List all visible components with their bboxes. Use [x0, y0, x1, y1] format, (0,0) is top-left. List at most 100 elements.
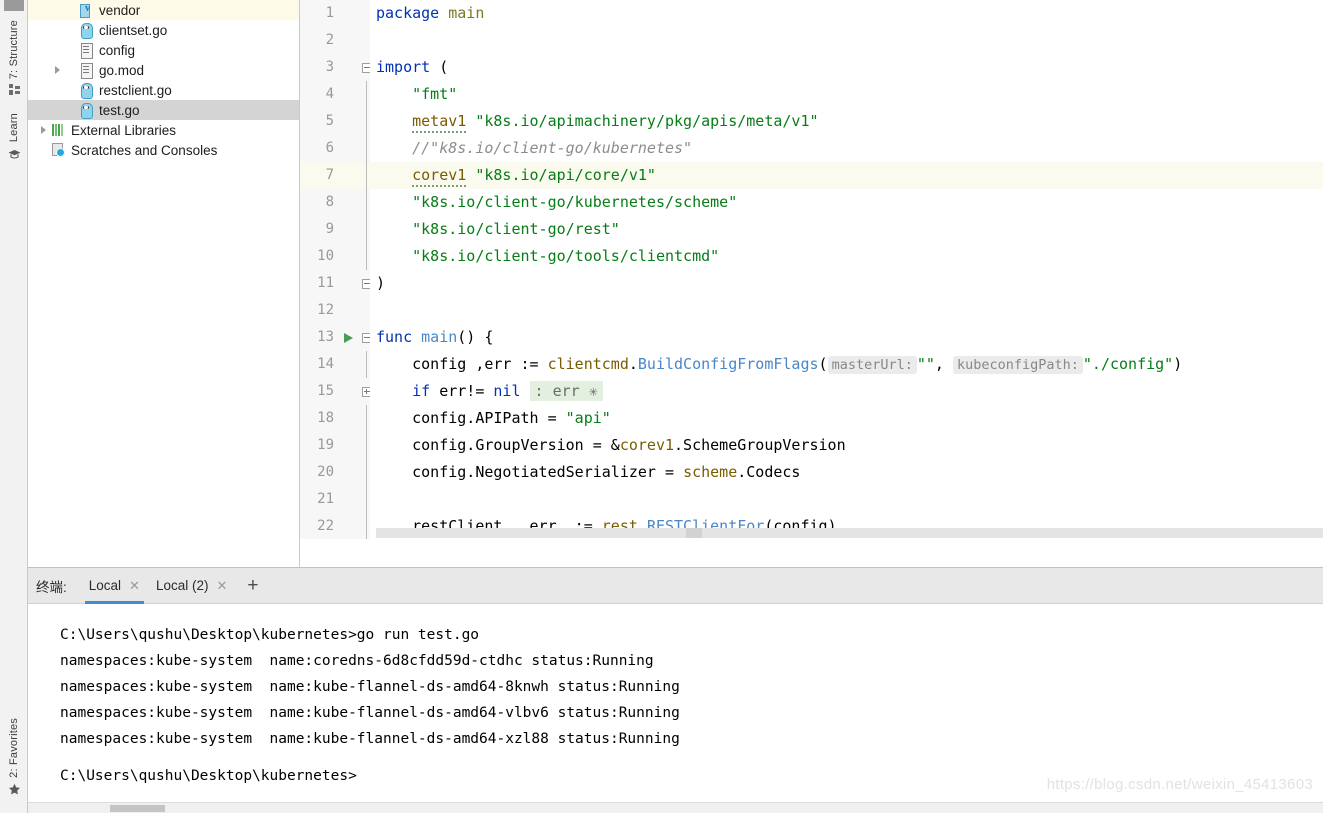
code-token-paren: (: [818, 355, 828, 373]
line-number: 22: [317, 518, 334, 534]
line-number: 2: [325, 32, 334, 48]
code-token-comma: ,: [934, 355, 953, 373]
panel-grip[interactable]: [4, 0, 24, 11]
scratches-icon: [50, 142, 66, 158]
ide-window: 7: Structure Learn 2: Favorites v vendor…: [0, 0, 1323, 813]
editor-code-area[interactable]: package main import ( "fmt" metav1 "k8s.…: [370, 0, 1323, 555]
code-token-keyword: package: [376, 4, 440, 22]
tree-item-restclient-go[interactable]: restclient.go: [28, 80, 299, 100]
tool-button-learn[interactable]: Learn: [0, 107, 28, 173]
line-number: 7: [325, 167, 334, 183]
terminal-title: 终端:: [36, 579, 67, 595]
code-token-string: "k8s.io/client-go/kubernetes/scheme": [412, 193, 738, 211]
code-line-8: "k8s.io/client-go/kubernetes/scheme": [370, 189, 1323, 216]
code-token-string: "": [916, 355, 935, 373]
tree-expand-arrow[interactable]: [36, 126, 50, 134]
gutter-line: 10: [300, 243, 370, 270]
code-token-string: "fmt": [412, 85, 458, 103]
code-token-string: "./config": [1082, 355, 1174, 373]
terminal-tab-local[interactable]: Local ✕: [81, 568, 148, 604]
tree-item-label: External Libraries: [71, 122, 177, 138]
code-editor[interactable]: 1 2 3 4 5 6 7 8 9 10 11 12 13 14 15 18 1…: [300, 0, 1323, 555]
tool-strip-bottom-group: 2: Favorites: [0, 712, 28, 809]
gutter-line: 20: [300, 459, 370, 486]
code-token-dot: .: [628, 355, 638, 373]
line-number: 12: [317, 302, 334, 318]
code-token-package-name: main: [448, 4, 485, 22]
line-number: 5: [325, 113, 334, 129]
terminal-output[interactable]: C:\Users\qushu\Desktop\kubernetes>go run…: [28, 604, 1323, 813]
code-token-member: .SchemeGroupVersion: [674, 436, 846, 454]
code-line-6: //"k8s.io/client-go/kubernetes": [370, 135, 1323, 162]
code-token-paren: (: [439, 58, 449, 76]
line-number: 1: [325, 5, 334, 21]
code-token-comment: //"k8s.io/client-go/kubernetes": [412, 139, 693, 157]
gutter-line: 1: [300, 0, 370, 27]
tree-item-external-libraries[interactable]: External Libraries: [28, 120, 299, 140]
gutter-line: 5: [300, 108, 370, 135]
code-token-member: .Codecs: [737, 463, 801, 481]
line-number: 20: [317, 464, 334, 480]
gutter-line: 21: [300, 486, 370, 513]
tree-item-vendor[interactable]: vendor: [28, 0, 299, 20]
terminal-tab-local-2[interactable]: Local (2) ✕: [148, 568, 235, 604]
text-file-icon: [78, 42, 94, 59]
editor-bottom-fill: [300, 539, 1323, 555]
code-line-19: config.GroupVersion = &corev1.SchemeGrou…: [370, 432, 1323, 459]
tool-button-structure-label: 7: Structure: [8, 20, 20, 80]
code-token-keyword: if: [412, 382, 431, 400]
star-icon: [8, 783, 21, 801]
editor-horizontal-scrollbar[interactable]: [376, 528, 1323, 538]
tree-item-clientset-go[interactable]: clientset.go: [28, 20, 299, 40]
tree-expand-arrow[interactable]: [50, 66, 64, 74]
text-file-icon: [78, 62, 94, 79]
gutter-line: 11: [300, 270, 372, 297]
scrollbar-thumb[interactable]: [686, 528, 702, 538]
code-token-string: "k8s.io/apimachinery/pkg/apis/meta/v1": [475, 112, 819, 130]
code-token-string: "k8s.io/client-go/tools/clientcmd": [412, 247, 720, 265]
line-number: 13: [317, 329, 334, 345]
page-horizontal-scrollbar[interactable]: [28, 802, 1323, 813]
terminal-header: 终端: Local ✕ Local (2) ✕ +: [28, 568, 1323, 604]
terminal-line: C:\Users\qushu\Desktop\kubernetes>go run…: [60, 627, 480, 643]
code-token-function-call: BuildConfigFromFlags: [637, 355, 819, 373]
code-token-assignment: config ,err :=: [412, 355, 548, 373]
close-icon[interactable]: ✕: [216, 578, 227, 594]
editor-gutter[interactable]: 1 2 3 4 5 6 7 8 9 10 11 12 13 14 15 18 1…: [300, 0, 372, 555]
terminal-line: namespaces:kube-system name:kube-flannel…: [60, 679, 680, 695]
line-number: 4: [325, 86, 334, 102]
tree-item-scratches-and-consoles[interactable]: Scratches and Consoles: [28, 140, 299, 160]
line-number: 11: [317, 275, 334, 291]
code-token-assignment: config.GroupVersion = &: [412, 436, 620, 454]
line-number: 15: [317, 383, 334, 399]
code-token-string: "k8s.io/client-go/rest": [412, 220, 620, 238]
tool-button-learn-label: Learn: [8, 113, 20, 143]
tool-strip-top-group: 7: Structure Learn: [0, 14, 28, 173]
tree-item-go-mod[interactable]: go.mod: [28, 60, 299, 80]
tree-item-label: vendor: [99, 2, 141, 18]
collapsed-fold-placeholder[interactable]: : err ✳: [529, 381, 603, 401]
gutter-line: 18: [300, 405, 370, 432]
tool-button-favorites[interactable]: 2: Favorites: [0, 712, 28, 809]
gutter-line: 12: [300, 297, 370, 324]
tool-button-favorites-label: 2: Favorites: [8, 718, 20, 778]
code-line-5: metav1 "k8s.io/apimachinery/pkg/apis/met…: [370, 108, 1323, 135]
code-line-4: "fmt": [370, 81, 1323, 108]
tool-button-structure[interactable]: 7: Structure: [0, 14, 28, 103]
line-number: 8: [325, 194, 334, 210]
add-terminal-icon[interactable]: +: [247, 576, 258, 595]
go-file-icon: [78, 102, 94, 119]
close-icon[interactable]: ✕: [129, 578, 140, 594]
code-line-7: corev1 "k8s.io/api/core/v1": [370, 162, 1323, 189]
scrollbar-thumb[interactable]: [110, 805, 165, 812]
line-number: 10: [317, 248, 334, 264]
tree-item-config[interactable]: config: [28, 40, 299, 60]
run-gutter-icon[interactable]: [344, 333, 353, 343]
tree-item-test-go[interactable]: test.go: [28, 100, 299, 120]
line-number: 6: [325, 140, 334, 156]
code-token-string: "api": [565, 409, 611, 427]
line-number: 3: [325, 59, 334, 75]
code-line-20: config.NegotiatedSerializer = scheme.Cod…: [370, 459, 1323, 486]
gutter-line: 6: [300, 135, 370, 162]
